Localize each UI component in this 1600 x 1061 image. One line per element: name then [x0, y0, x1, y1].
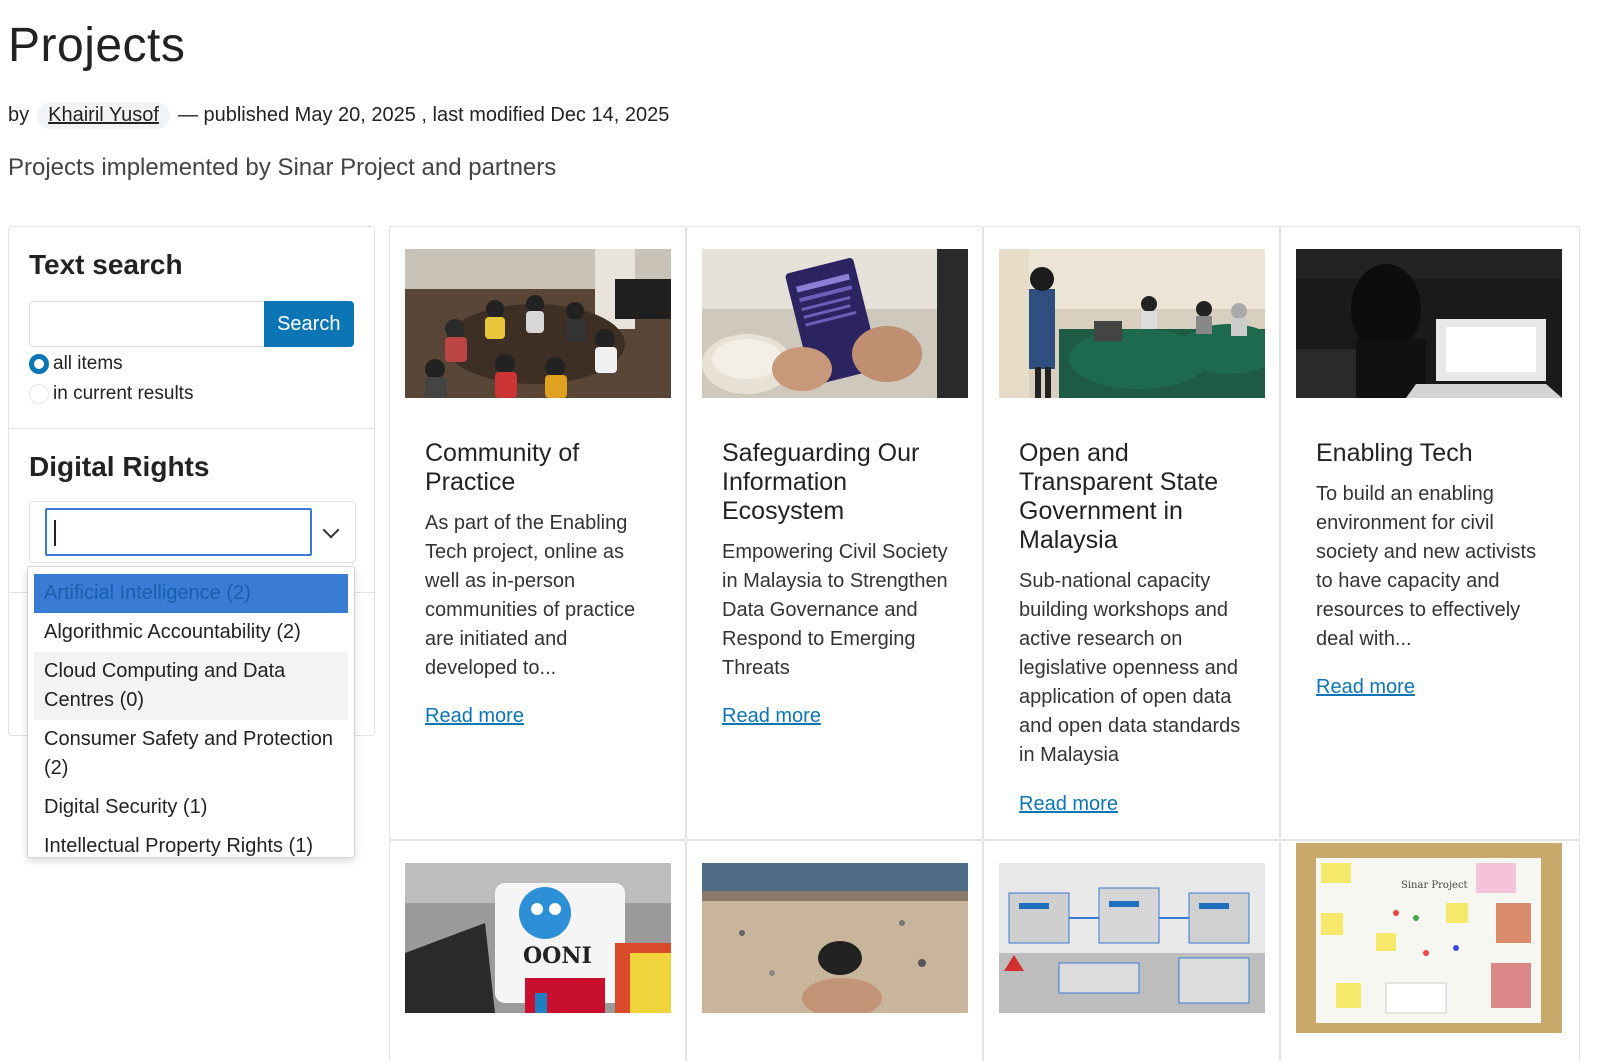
- project-card: Safeguarding Our Information Ecosystem E…: [686, 226, 983, 840]
- chevron-down-icon[interactable]: [322, 521, 340, 539]
- card-image[interactable]: [702, 249, 968, 398]
- read-more-link[interactable]: Read more: [722, 705, 821, 728]
- card-image[interactable]: Sinar Project: [1296, 843, 1562, 1033]
- project-card: OONI: [389, 840, 686, 1061]
- ooni-logo-text: OONI: [523, 943, 592, 969]
- search-row: Search: [29, 301, 354, 347]
- read-more-link[interactable]: Read more: [1316, 676, 1415, 699]
- radio-checked-icon[interactable]: [29, 354, 49, 374]
- card-excerpt: Sub-national capacity building workshops…: [1019, 570, 1241, 766]
- search-button[interactable]: Search: [263, 301, 354, 347]
- card-title[interactable]: Community of Practice: [425, 439, 665, 497]
- byline-dates: — published May 20, 2025 , last modified…: [177, 104, 670, 126]
- card-image[interactable]: [405, 249, 671, 398]
- digital-rights-heading: Digital Rights: [29, 451, 210, 482]
- radio-label: all items: [53, 353, 123, 374]
- radio-current-results[interactable]: in current results: [29, 381, 354, 407]
- read-more-link[interactable]: Read more: [1019, 793, 1118, 816]
- dropdown-option[interactable]: Intellectual Property Rights (1): [34, 827, 348, 857]
- project-card: Open and Transparent State Government in…: [983, 226, 1280, 840]
- dropdown-option[interactable]: Cloud Computing and Data Centres (0): [34, 652, 348, 720]
- read-more-link[interactable]: Read more: [425, 705, 524, 728]
- project-card: Enabling Tech To build an enabling envir…: [1280, 226, 1580, 840]
- project-card: Sinar Project: [1280, 840, 1580, 1061]
- digital-rights-select[interactable]: [29, 501, 356, 563]
- search-input[interactable]: [29, 301, 264, 347]
- board-handwriting: Sinar Project: [1401, 880, 1468, 891]
- text-search-section: Text search Search all items in current …: [9, 227, 374, 429]
- dropdown-option[interactable]: Artificial Intelligence (2): [34, 574, 348, 613]
- card-image[interactable]: [999, 249, 1265, 398]
- dropdown-option[interactable]: Digital Security (1): [34, 788, 348, 827]
- project-card: [983, 840, 1280, 1061]
- dropdown-option[interactable]: Consumer Safety and Protection (2): [34, 720, 348, 788]
- project-card: [686, 840, 983, 1061]
- card-excerpt: To build an enabling environment for civ…: [1316, 483, 1537, 650]
- page-description: Projects implemented by Sinar Project an…: [8, 154, 557, 181]
- text-caret: [54, 520, 56, 546]
- card-image[interactable]: [1296, 249, 1562, 398]
- byline: by Khairil Yusof — published May 20, 202…: [8, 102, 669, 129]
- card-image[interactable]: OONI: [405, 863, 671, 1013]
- digital-rights-dropdown: Artificial Intelligence (2) Algorithmic …: [27, 566, 355, 858]
- card-title[interactable]: Enabling Tech: [1316, 439, 1556, 468]
- dropdown-option[interactable]: Algorithmic Accountability (2): [34, 613, 348, 652]
- radio-all-items[interactable]: all items: [29, 351, 354, 377]
- project-card: Community of Practice As part of the Ena…: [389, 226, 686, 840]
- card-title[interactable]: Open and Transparent State Government in…: [1019, 439, 1259, 555]
- card-image[interactable]: [702, 863, 968, 1013]
- radio-unchecked-icon[interactable]: [29, 384, 49, 404]
- byline-prefix: by: [8, 104, 30, 126]
- card-image[interactable]: [999, 863, 1265, 1013]
- select-search-input[interactable]: [45, 508, 312, 556]
- radio-label: in current results: [53, 383, 194, 404]
- page-title: Projects: [8, 19, 186, 72]
- card-excerpt: Empowering Civil Society in Malaysia to …: [722, 541, 948, 679]
- card-title[interactable]: Safeguarding Our Information Ecosystem: [722, 439, 962, 526]
- author-link[interactable]: Khairil Yusof: [37, 102, 170, 129]
- card-excerpt: As part of the Enabling Tech project, on…: [425, 512, 636, 679]
- text-search-heading: Text search: [29, 249, 183, 280]
